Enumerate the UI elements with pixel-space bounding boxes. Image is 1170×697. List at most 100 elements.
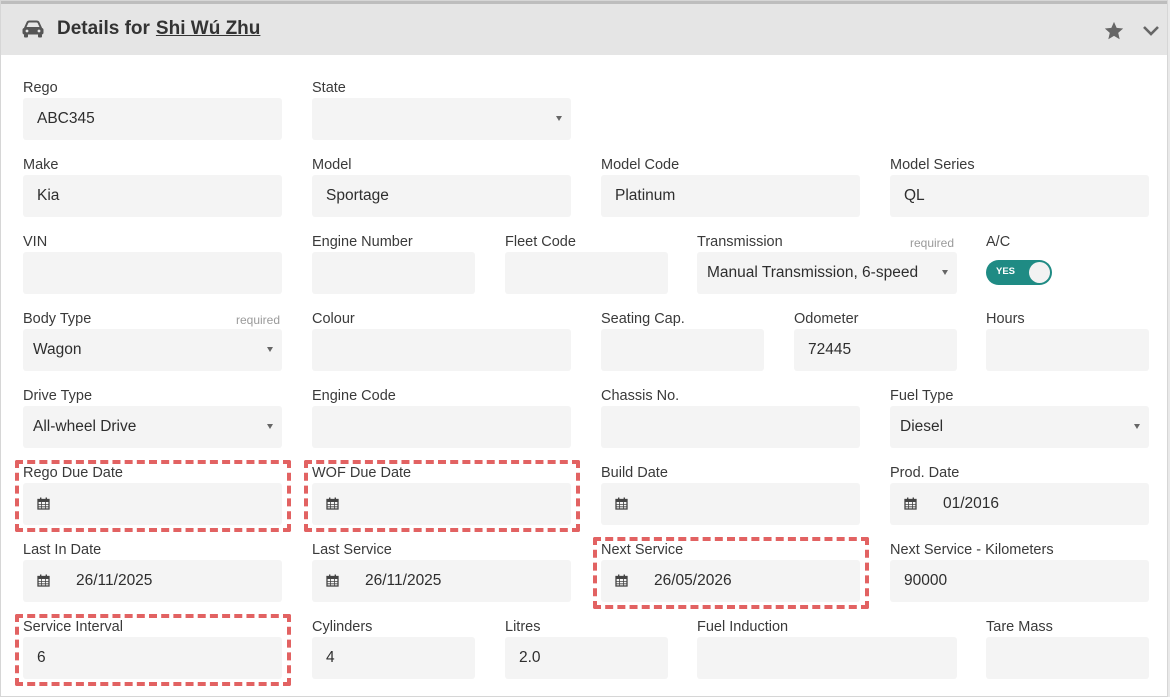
litres-input[interactable]: 2.0 — [505, 637, 668, 679]
next-service-km-label: Next Service - Kilometers — [890, 542, 1054, 558]
last-in-date-value: 26/11/2025 — [76, 572, 153, 589]
vin-input[interactable] — [23, 252, 282, 294]
colour-input[interactable] — [312, 329, 571, 371]
body-type-value: Wagon — [33, 341, 82, 358]
rego-due-date-label: Rego Due Date — [23, 465, 123, 481]
dropdown-caret-icon — [267, 347, 273, 352]
dropdown-caret-icon — [1134, 424, 1140, 429]
fuel-induction-label: Fuel Induction — [697, 619, 789, 635]
calendar-icon — [615, 497, 628, 510]
model-input[interactable]: Sportage — [312, 175, 571, 217]
litres-value: 2.0 — [519, 649, 541, 666]
state-select[interactable] — [312, 98, 571, 140]
rego-value: ABC345 — [37, 110, 95, 127]
drive-type-select[interactable]: All-wheel Drive — [23, 406, 282, 448]
tare-mass-input[interactable] — [986, 637, 1149, 679]
chassis-no-label: Chassis No. — [601, 388, 680, 404]
chassis-no-input[interactable] — [601, 406, 860, 448]
next-service-km-input[interactable]: 90000 — [890, 560, 1149, 602]
engine-code-label: Engine Code — [312, 388, 396, 404]
fuel-type-select[interactable]: Diesel — [890, 406, 1149, 448]
body-type-select[interactable]: Wagon — [23, 329, 282, 371]
calendar-icon — [326, 497, 339, 510]
page-title: Details for Shi Wú Zhu — [57, 18, 260, 40]
last-in-date-input[interactable]: 26/11/2025 — [23, 560, 282, 602]
cylinders-label: Cylinders — [312, 619, 373, 635]
chevron-down-icon[interactable] — [1142, 24, 1160, 38]
transmission-required-note: required — [910, 236, 955, 250]
model-value: Sportage — [326, 187, 389, 204]
cylinders-input[interactable]: 4 — [312, 637, 475, 679]
seating-cap-input[interactable] — [601, 329, 764, 371]
last-service-label: Last Service — [312, 542, 392, 558]
body-type-label: Body Type — [23, 311, 92, 327]
seating-cap-label: Seating Cap. — [601, 311, 685, 327]
make-input[interactable]: Kia — [23, 175, 282, 217]
service-interval-label: Service Interval — [23, 619, 123, 635]
cylinders-value: 4 — [326, 649, 335, 666]
transmission-value: Manual Transmission, 6-speed — [707, 264, 919, 281]
ac-toggle[interactable]: YES — [986, 260, 1052, 285]
model-series-input[interactable]: QL — [890, 175, 1149, 217]
next-service-input[interactable]: 26/05/2026 — [601, 560, 860, 602]
body-type-required-note: required — [236, 313, 281, 327]
person-name-link[interactable]: Shi Wú Zhu — [156, 18, 260, 39]
next-service-value: 26/05/2026 — [654, 572, 732, 589]
make-value: Kia — [37, 187, 60, 204]
wof-due-date-input[interactable] — [312, 483, 571, 525]
model-code-label: Model Code — [601, 157, 680, 173]
last-service-value: 26/11/2025 — [365, 572, 442, 589]
panel-header: Details for Shi Wú Zhu — [1, 1, 1167, 55]
service-interval-input[interactable]: 6 — [23, 637, 282, 679]
model-code-value: Platinum — [615, 187, 676, 204]
fleet-code-input[interactable] — [505, 252, 668, 294]
build-date-input[interactable] — [601, 483, 860, 525]
drive-type-label: Drive Type — [23, 388, 93, 404]
rego-due-date-input[interactable] — [23, 483, 282, 525]
vin-label: VIN — [23, 234, 48, 250]
prod-date-input[interactable]: 01/2016 — [890, 483, 1149, 525]
star-icon[interactable] — [1103, 20, 1125, 42]
odometer-input[interactable]: 72445 — [794, 329, 957, 371]
model-label: Model — [312, 157, 352, 173]
odometer-label: Odometer — [794, 311, 859, 327]
tare-mass-label: Tare Mass — [986, 619, 1053, 635]
fuel-induction-input[interactable] — [697, 637, 957, 679]
last-in-date-label: Last In Date — [23, 542, 102, 558]
car-icon — [22, 20, 44, 38]
dropdown-caret-icon — [267, 424, 273, 429]
service-interval-value: 6 — [37, 649, 46, 666]
next-service-label: Next Service — [601, 542, 684, 558]
prod-date-value: 01/2016 — [943, 495, 1000, 512]
calendar-icon — [615, 574, 628, 587]
next-service-km-value: 90000 — [904, 572, 948, 589]
dropdown-caret-icon — [556, 116, 562, 121]
hours-label: Hours — [986, 311, 1025, 327]
dropdown-caret-icon — [942, 270, 948, 275]
litres-label: Litres — [505, 619, 541, 635]
fuel-type-value: Diesel — [900, 418, 944, 435]
drive-type-value: All-wheel Drive — [33, 418, 137, 435]
rego-input[interactable]: ABC345 — [23, 98, 282, 140]
fuel-type-label: Fuel Type — [890, 388, 954, 404]
calendar-icon — [37, 574, 50, 587]
transmission-label: Transmission — [697, 234, 783, 250]
model-code-input[interactable]: Platinum — [601, 175, 860, 217]
last-service-input[interactable]: 26/11/2025 — [312, 560, 571, 602]
model-series-label: Model Series — [890, 157, 975, 173]
calendar-icon — [904, 497, 917, 510]
build-date-label: Build Date — [601, 465, 668, 481]
engine-code-input[interactable] — [312, 406, 571, 448]
toggle-knob — [1029, 262, 1050, 283]
transmission-select[interactable]: Manual Transmission, 6-speed — [697, 252, 957, 294]
colour-label: Colour — [312, 311, 355, 327]
engine-number-input[interactable] — [312, 252, 475, 294]
prod-date-label: Prod. Date — [890, 465, 960, 481]
odometer-value: 72445 — [808, 341, 852, 358]
engine-number-label: Engine Number — [312, 234, 413, 250]
calendar-icon — [326, 574, 339, 587]
wof-due-date-label: WOF Due Date — [312, 465, 412, 481]
model-series-value: QL — [904, 187, 925, 204]
rego-label: Rego — [23, 80, 58, 96]
hours-input[interactable] — [986, 329, 1149, 371]
